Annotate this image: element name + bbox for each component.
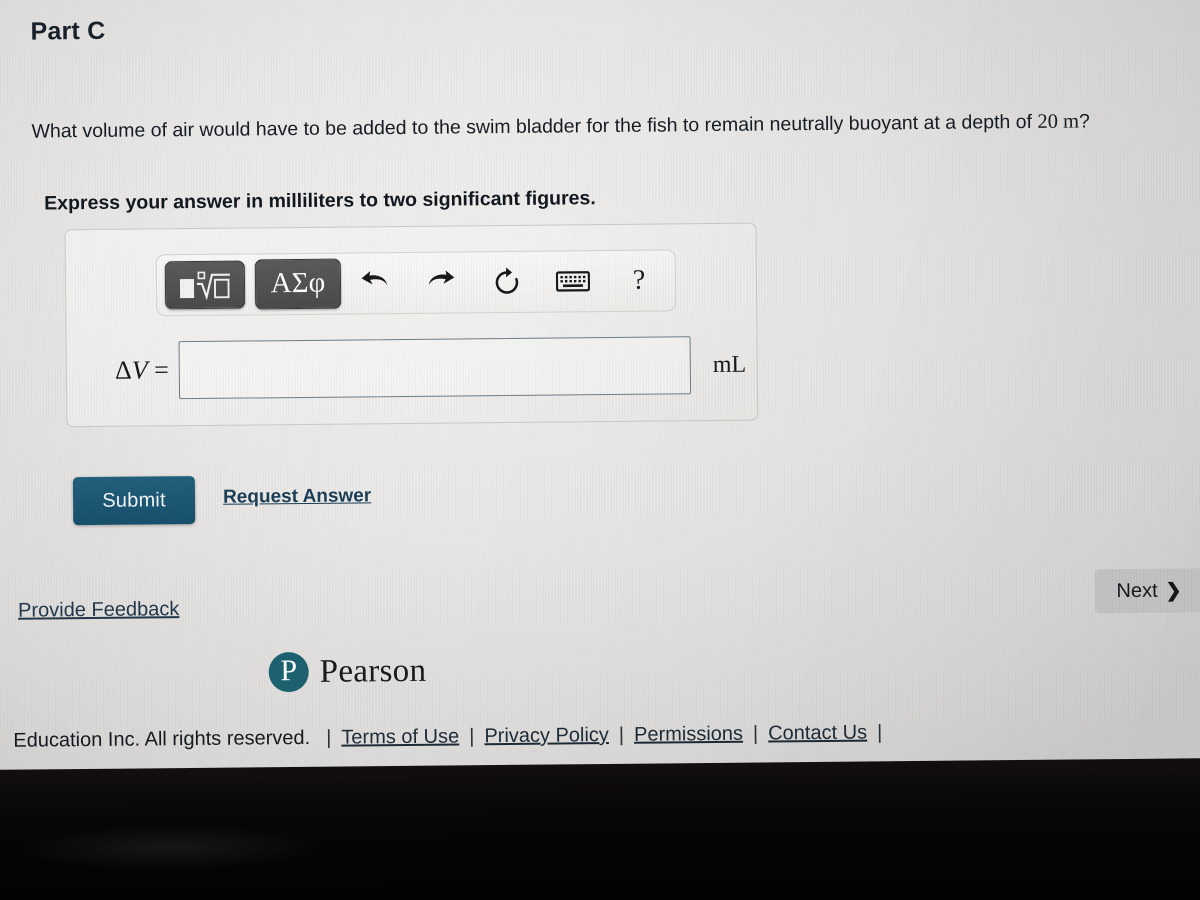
reset-circular-arrow-glyph	[495, 267, 519, 294]
variable-symbol: V	[131, 355, 148, 385]
on-screen-keyboard-glyph	[555, 271, 591, 292]
variable-equals: =	[147, 355, 169, 385]
homework-page: Part C What volume of air would have to …	[0, 0, 1200, 790]
answer-panel: ΑΣφ ? ΔV = mL	[64, 222, 759, 428]
answer-input-row: ΔV = mL	[86, 329, 747, 407]
next-button[interactable]: Next ❯	[1094, 568, 1200, 614]
question-text-after: ?	[1078, 110, 1090, 133]
help-icon[interactable]: ?	[607, 257, 671, 304]
answer-input[interactable]	[178, 336, 692, 400]
footer-link-privacy-policy[interactable]: Privacy Policy	[484, 724, 609, 748]
footer-separator-2: |	[618, 723, 625, 746]
next-button-label: Next	[1116, 579, 1158, 602]
variable-delta: Δ	[114, 355, 132, 385]
math-template-button[interactable]	[164, 260, 246, 310]
footer-separator-0: |	[326, 726, 332, 749]
pearson-mark-icon: P	[268, 651, 309, 693]
provide-feedback-link[interactable]: Provide Feedback	[18, 598, 179, 623]
footer-link-terms-of-use[interactable]: Terms of Use	[341, 725, 459, 749]
undo-icon[interactable]	[343, 260, 407, 307]
footer-separator-1: |	[469, 725, 475, 748]
undo-arrow-glyph	[361, 271, 388, 286]
greek-letters-button[interactable]: ΑΣφ	[254, 258, 342, 310]
math-template-icon	[179, 271, 230, 301]
variable-label: ΔV =	[87, 355, 179, 386]
answer-instruction: Express your answer in milliliters to tw…	[44, 187, 596, 215]
chevron-right-icon: ❯	[1165, 580, 1182, 602]
redo-arrow-glyph	[428, 270, 455, 285]
pearson-wordmark: Pearson	[319, 652, 427, 690]
monitor-photograph: Part C What volume of air would have to …	[0, 0, 1200, 900]
footer-link-contact-us[interactable]: Contact Us	[768, 722, 867, 746]
footer: Education Inc. All rights reserved. | Te…	[13, 718, 1200, 752]
redo-icon[interactable]	[409, 259, 473, 306]
footer-link-permissions[interactable]: Permissions	[634, 723, 743, 747]
copyright-text: Education Inc. All rights reserved.	[13, 726, 311, 752]
request-answer-link[interactable]: Request Answer	[223, 485, 371, 508]
monitor-bezel	[0, 757, 1200, 900]
pearson-logo: P Pearson	[268, 651, 427, 693]
question-text-before: What volume of air would have to be adde…	[31, 110, 1038, 143]
question-depth-value: 20 m	[1037, 110, 1080, 133]
math-toolbar: ΑΣφ ?	[155, 249, 677, 317]
footer-separator-4: |	[877, 721, 883, 744]
unit-label: mL	[712, 351, 747, 378]
submit-button[interactable]: Submit	[72, 476, 196, 526]
reset-icon[interactable]	[475, 259, 539, 306]
question-text: What volume of air would have to be adde…	[31, 106, 1191, 145]
pearson-p-letter: P	[280, 653, 298, 687]
screen-area: Part C What volume of air would have to …	[0, 0, 1200, 798]
footer-separator-3: |	[752, 722, 759, 745]
keyboard-icon[interactable]	[541, 258, 605, 305]
page-title: Part C	[30, 16, 106, 46]
